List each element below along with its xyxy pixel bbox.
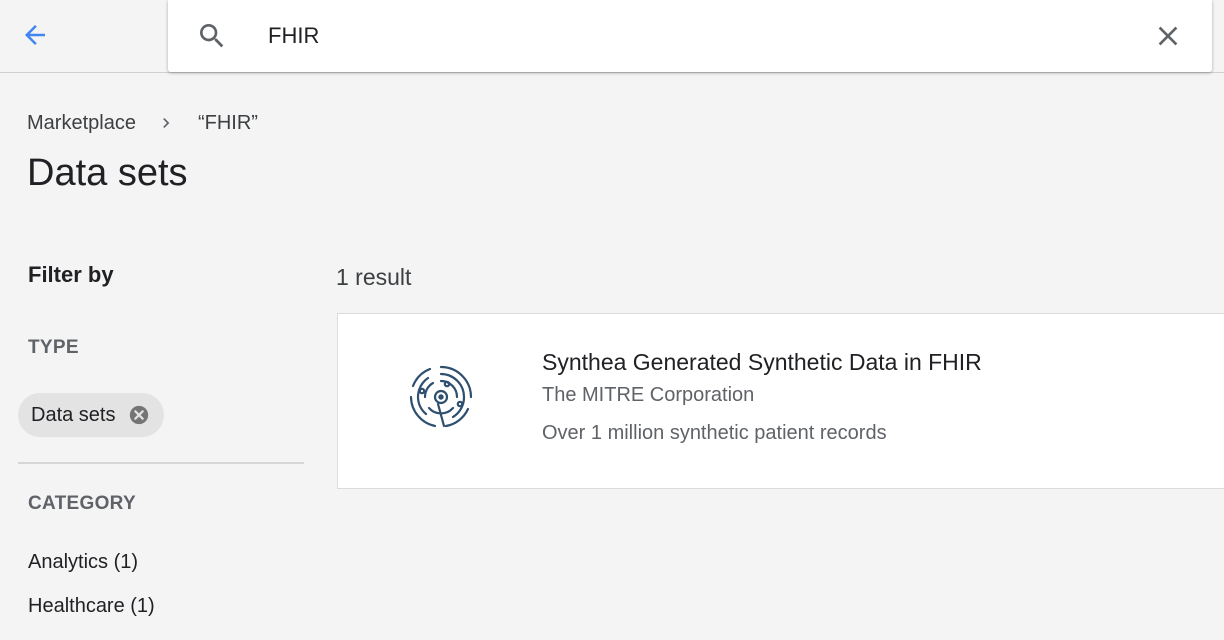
page-title: Data sets: [27, 152, 188, 194]
chevron-right-icon: [156, 113, 176, 133]
category-section-label: CATEGORY: [28, 493, 136, 514]
filter-title: Filter by: [28, 262, 114, 287]
result-description: Over 1 million synthetic patient records: [542, 422, 887, 444]
search-input[interactable]: [268, 18, 1128, 54]
search-box: [168, 0, 1212, 72]
result-card[interactable]: Synthea Generated Synthetic Data in FHIR…: [337, 313, 1224, 489]
result-title[interactable]: Synthea Generated Synthetic Data in FHIR: [542, 349, 982, 376]
breadcrumb: Marketplace “FHIR”: [27, 110, 258, 136]
type-section-label: TYPE: [28, 337, 79, 358]
clear-search-icon[interactable]: [1152, 20, 1184, 52]
arrow-back-icon: [25, 25, 45, 45]
search-icon: [200, 24, 224, 48]
type-filter-chip[interactable]: Data sets: [18, 393, 164, 437]
top-app-bar: [0, 0, 1224, 73]
breadcrumb-current: “FHIR”: [197, 111, 258, 134]
breadcrumb-marketplace-link[interactable]: Marketplace: [27, 112, 136, 135]
category-item-analytics[interactable]: Analytics (1): [28, 551, 138, 574]
filter-divider: [18, 462, 304, 464]
result-provider: The MITRE Corporation: [542, 384, 755, 406]
cancel-icon[interactable]: [128, 404, 150, 426]
synthea-logo-icon: [409, 365, 473, 428]
category-item-healthcare[interactable]: Healthcare (1): [28, 595, 155, 618]
back-button[interactable]: [18, 20, 52, 50]
result-count: 1 result: [336, 264, 412, 290]
chip-label: Data sets: [31, 403, 116, 426]
